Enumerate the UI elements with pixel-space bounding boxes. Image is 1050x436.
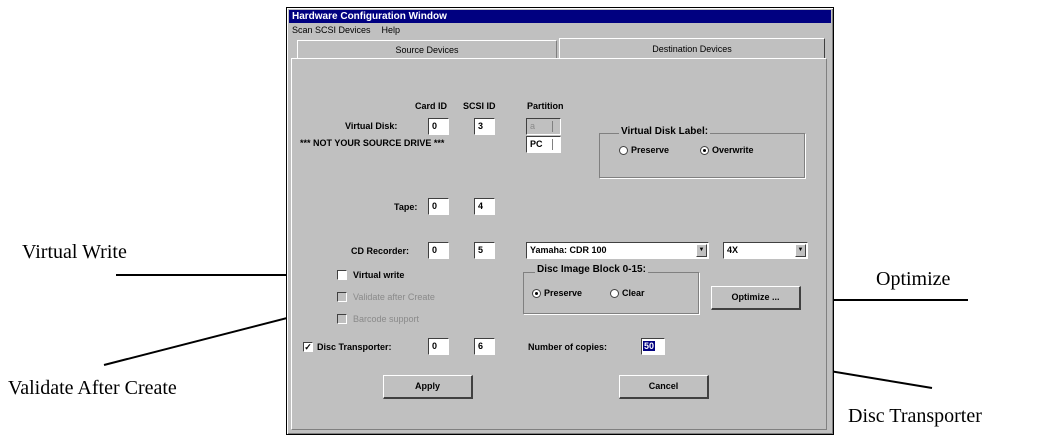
hardware-config-window: Hardware Configuration Window Scan SCSI … xyxy=(286,7,834,435)
number-of-copies-field[interactable]: 50 xyxy=(641,338,665,355)
header-scsi-id: SCSI ID xyxy=(463,101,496,111)
number-of-copies-label: Number of copies: xyxy=(528,342,608,352)
format-value: PC xyxy=(530,139,543,149)
virtual-disk-format-select[interactable]: PC xyxy=(526,136,561,153)
virtual-write-label: Virtual write xyxy=(353,270,405,280)
menu-help[interactable]: Help xyxy=(382,25,401,35)
chevron-down-icon: ▼ xyxy=(696,244,707,257)
header-partition: Partition xyxy=(527,101,564,111)
preserve-label-text: Preserve xyxy=(631,145,670,155)
optimize-button[interactable]: Optimize ... xyxy=(711,286,801,310)
overwrite-label-radio[interactable] xyxy=(700,146,709,155)
validate-after-create-label: Validate after Create xyxy=(353,292,435,302)
cd-recorder-label: CD Recorder: xyxy=(351,246,410,256)
virtual-disk-label-title: Virtual Disk Label: xyxy=(619,126,711,137)
virtual-disk-card-id-field[interactable]: 0 xyxy=(428,118,449,135)
disc-transporter-checkbox[interactable]: ✓ xyxy=(303,342,313,352)
menu-scan-scsi-devices[interactable]: Scan SCSI Devices xyxy=(292,25,371,35)
tab-source-devices[interactable]: Source Devices xyxy=(297,40,557,58)
tape-card-id-field[interactable]: 0 xyxy=(428,198,449,215)
cd-recorder-model-value: Yamaha: CDR 100 xyxy=(530,245,607,255)
barcode-support-checkbox[interactable] xyxy=(337,314,347,324)
tab-destination-devices[interactable]: Destination Devices xyxy=(559,38,825,58)
disc-image-clear-label: Clear xyxy=(622,288,645,298)
apply-button[interactable]: Apply xyxy=(383,375,473,399)
tape-label: Tape: xyxy=(394,202,418,212)
virtual-write-checkbox[interactable] xyxy=(337,270,347,280)
disc-image-clear-radio[interactable] xyxy=(610,289,619,298)
cd-recorder-scsi-id-field[interactable]: 5 xyxy=(474,242,495,259)
virtual-disk-partition-select[interactable]: a xyxy=(526,118,561,135)
barcode-support-label: Barcode support xyxy=(353,314,420,324)
virtual-disk-warning: *** NOT YOUR SOURCE DRIVE *** xyxy=(300,138,445,148)
overwrite-label-text: Overwrite xyxy=(712,145,754,155)
chevron-down-icon xyxy=(552,121,559,132)
partition-value: a xyxy=(530,121,536,131)
cancel-button[interactable]: Cancel xyxy=(619,375,709,399)
disc-transporter-label: Disc Transporter: xyxy=(317,342,392,352)
cd-recorder-speed-value: 4X xyxy=(727,245,739,255)
preserve-label-radio[interactable] xyxy=(619,146,628,155)
virtual-disk-scsi-id-field[interactable]: 3 xyxy=(474,118,495,135)
header-card-id: Card ID xyxy=(415,101,448,111)
disc-image-preserve-radio[interactable] xyxy=(532,289,541,298)
window-title: Hardware Configuration Window xyxy=(289,10,831,23)
disc-image-block-title: Disc Image Block 0-15: xyxy=(535,264,648,275)
number-of-copies-value: 50 xyxy=(643,341,656,351)
virtual-disk-label: Virtual Disk: xyxy=(345,121,398,131)
menu-bar: Scan SCSI Devices Help xyxy=(289,24,408,36)
cd-recorder-card-id-field[interactable]: 0 xyxy=(428,242,449,259)
disc-image-preserve-label: Preserve xyxy=(544,288,583,298)
validate-after-create-checkbox[interactable] xyxy=(337,292,347,302)
cd-recorder-speed-select[interactable]: 4X ▼ xyxy=(723,242,808,259)
disc-transporter-card-id-field[interactable]: 0 xyxy=(428,338,449,355)
cd-recorder-model-select[interactable]: Yamaha: CDR 100 ▼ xyxy=(526,242,709,259)
virtual-disk-label-group xyxy=(599,133,805,178)
chevron-down-icon: ▼ xyxy=(795,244,806,257)
disc-transporter-scsi-id-field[interactable]: 6 xyxy=(474,338,495,355)
chevron-down-icon xyxy=(552,139,559,150)
tape-scsi-id-field[interactable]: 4 xyxy=(474,198,495,215)
